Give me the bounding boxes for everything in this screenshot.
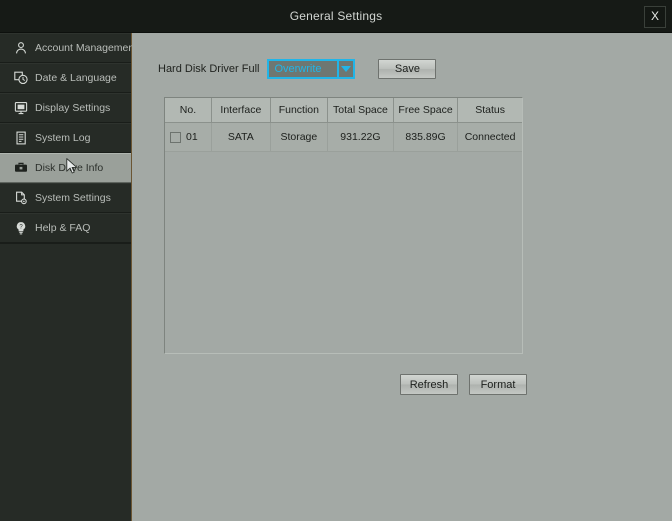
- cell-interface: SATA: [211, 122, 271, 152]
- sidebar-item-account-management[interactable]: Account Management: [0, 33, 137, 63]
- column-header-no: No.: [165, 98, 212, 123]
- sidebar-item-date-language[interactable]: Date & Language: [0, 63, 131, 93]
- general-settings-window: General Settings X Account Management Da…: [0, 0, 672, 521]
- refresh-button[interactable]: Refresh: [400, 374, 458, 395]
- sidebar-item-disk-drive-info[interactable]: Disk Drive Info: [0, 153, 131, 183]
- sidebar-item-label: System Log: [35, 132, 91, 144]
- log-icon: [14, 131, 28, 145]
- column-header-total-space: Total Space: [327, 98, 394, 123]
- cell-total-space: 931.22G: [327, 122, 394, 152]
- column-header-status: Status: [457, 98, 522, 123]
- hdd-full-selected-value: Overwrite: [274, 63, 322, 75]
- disk-icon: [14, 161, 28, 175]
- user-icon: [14, 41, 28, 55]
- column-header-interface: Interface: [211, 98, 271, 123]
- sidebar-item-label: Date & Language: [35, 72, 117, 84]
- sidebar-item-system-settings[interactable]: System Settings: [0, 183, 131, 213]
- row-checkbox[interactable]: [170, 131, 181, 143]
- cell-function: Storage: [270, 122, 328, 152]
- content-panel: Hard Disk Driver Full Overwrite Save No.…: [132, 33, 672, 521]
- cell-status: Connected: [457, 122, 522, 152]
- hdd-full-control-row: Hard Disk Driver Full Overwrite Save: [158, 59, 437, 79]
- cell-free-space: 835.89G: [393, 122, 459, 152]
- sidebar-item-display-settings[interactable]: Display Settings: [0, 93, 131, 123]
- sidebar-item-label: System Settings: [35, 192, 111, 204]
- hdd-full-select[interactable]: Overwrite: [267, 59, 356, 79]
- format-button[interactable]: Format: [469, 374, 527, 395]
- document-gear-icon: [14, 191, 28, 205]
- column-header-function: Function: [270, 98, 328, 123]
- page-title: General Settings: [289, 9, 383, 23]
- sidebar-item-label: Disk Drive Info: [35, 162, 104, 174]
- table-row[interactable]: 01 SATA Storage 931.22G 835.89G Connecte…: [165, 122, 522, 152]
- monitor-icon: [14, 101, 28, 115]
- save-button[interactable]: Save: [378, 59, 437, 79]
- table-header-row: No. Interface Function Total Space Free …: [165, 98, 522, 123]
- column-header-free-space: Free Space: [393, 98, 459, 123]
- hdd-full-label: Hard Disk Driver Full: [158, 63, 260, 75]
- disk-table-panel: No. Interface Function Total Space Free …: [164, 97, 523, 354]
- window-body: Account Management Date & Language Displ…: [0, 33, 672, 521]
- close-button[interactable]: X: [644, 6, 666, 28]
- chevron-down-icon[interactable]: [337, 61, 353, 77]
- help-bulb-icon: ?: [14, 221, 28, 235]
- table-actions: Refresh Format: [400, 374, 527, 395]
- disk-table: No. Interface Function Total Space Free …: [165, 98, 522, 152]
- row-no-label: 01: [186, 131, 198, 143]
- cell-no: 01: [165, 122, 212, 152]
- title-bar: General Settings X: [0, 0, 672, 33]
- sidebar-item-help-faq[interactable]: ? Help & FAQ: [0, 213, 131, 243]
- sidebar-item-label: Account Management: [35, 42, 138, 54]
- sidebar: Account Management Date & Language Displ…: [0, 33, 137, 521]
- sidebar-filler: [0, 243, 131, 521]
- clock-icon: [14, 71, 28, 85]
- sidebar-item-label: Display Settings: [35, 102, 111, 114]
- sidebar-item-label: Help & FAQ: [35, 222, 91, 234]
- sidebar-item-system-log[interactable]: System Log: [0, 123, 131, 153]
